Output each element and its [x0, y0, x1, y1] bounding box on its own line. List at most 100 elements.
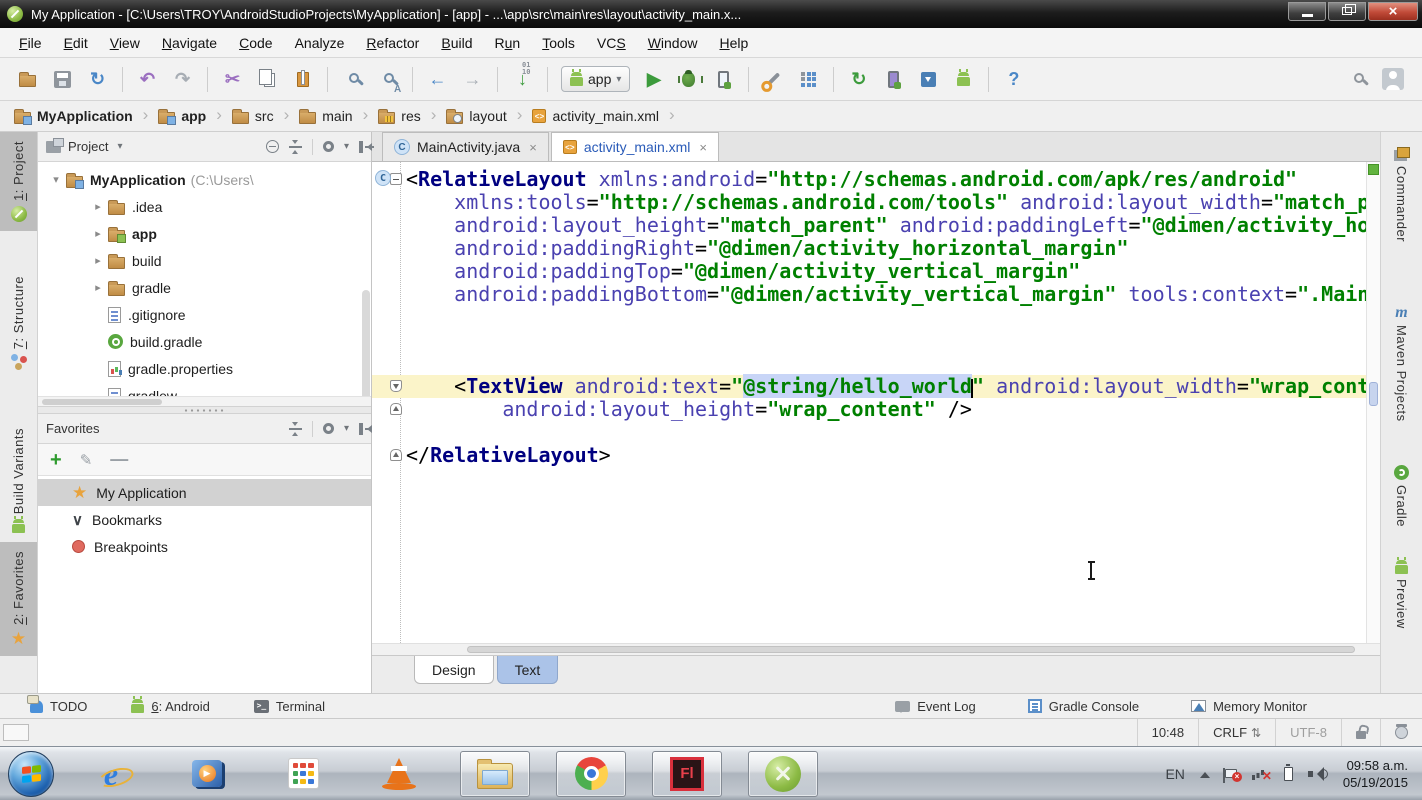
taskbar-button-explorer[interactable] — [460, 751, 530, 797]
hide-panel-icon[interactable] — [359, 141, 363, 153]
debug-icon[interactable] — [675, 66, 702, 93]
gradle-sync-icon[interactable]: ↻ — [845, 66, 872, 93]
tool-stripe-tab-7-structure[interactable]: 7: Structure — [0, 267, 37, 379]
caret-position[interactable]: 10:48 — [1137, 719, 1199, 746]
tree-row-build-gradle[interactable]: build.gradle — [38, 328, 371, 355]
favorites-item-breakpoints[interactable]: Breakpoints — [38, 533, 371, 560]
close-tab-icon[interactable]: × — [529, 140, 537, 155]
user-icon[interactable] — [1379, 66, 1406, 93]
tool-window-button-gradle-console[interactable]: Gradle Console — [1028, 699, 1139, 714]
breadcrumb-item-main[interactable]: main — [295, 108, 356, 124]
tree-row-gradlew[interactable]: gradlew — [38, 382, 371, 396]
code-line[interactable]: <RelativeLayout xmlns:android="http://sc… — [372, 168, 1366, 191]
volume-icon[interactable] — [1308, 767, 1328, 781]
find-icon[interactable] — [339, 66, 366, 93]
menu-item-tools[interactable]: Tools — [531, 31, 586, 55]
code-line[interactable]: android:paddingBottom="@dimen/activity_v… — [372, 283, 1366, 306]
tool-window-button-6-android[interactable]: 6: Android — [131, 699, 210, 714]
editor-tab-activity_main-xml[interactable]: <>activity_main.xml× — [551, 132, 719, 161]
remove-favorite-button[interactable]: — — [110, 449, 128, 470]
synchronize-icon[interactable]: ↻ — [84, 66, 111, 93]
editor-hscrollbar[interactable] — [372, 643, 1380, 655]
tree-row-gradle-properties[interactable]: gradle.properties — [38, 355, 371, 382]
tool-window-button-terminal[interactable]: >_Terminal — [254, 699, 325, 714]
breadcrumb-item-activity_main.xml[interactable]: <>activity_main.xml — [528, 108, 663, 124]
taskbar-clock[interactable]: 09:58 a.m. 05/19/2015 — [1343, 757, 1408, 791]
editor-tab-MainActivity-java[interactable]: CMainActivity.java× — [382, 132, 549, 161]
tool-stripe-tab-build-variants[interactable]: Build Variants — [0, 419, 37, 542]
hide-panel-icon[interactable] — [359, 423, 363, 435]
redo-icon[interactable]: ↷ — [169, 66, 196, 93]
taskbar-button-media-player[interactable]: ▶ — [172, 751, 242, 797]
close-tab-icon[interactable]: × — [699, 140, 707, 155]
add-favorite-button[interactable]: + — [50, 451, 62, 469]
breadcrumb-item-layout[interactable]: layout — [442, 108, 510, 124]
inspection-status-icon[interactable] — [1368, 164, 1379, 175]
run-configuration-selector[interactable]: app▾ — [561, 66, 630, 92]
menu-item-refactor[interactable]: Refactor — [355, 31, 430, 55]
line-separator-widget[interactable]: CRLF ⇅ — [1198, 719, 1275, 746]
scrollbar-thumb[interactable] — [362, 290, 370, 396]
menu-item-window[interactable]: Window — [637, 31, 709, 55]
show-hidden-icons[interactable] — [1200, 767, 1210, 778]
taskbar-button-internet-explorer[interactable]: e — [76, 751, 146, 797]
restore-button[interactable] — [1328, 2, 1366, 21]
menu-item-navigate[interactable]: Navigate — [151, 31, 228, 55]
inspections-profile-widget[interactable] — [1380, 719, 1422, 746]
taskbar-button-vlc[interactable] — [364, 751, 434, 797]
cut-icon[interactable]: ✂ — [219, 66, 246, 93]
expander-icon[interactable]: ▾ — [46, 173, 66, 186]
taskbar-button-apps-grid[interactable] — [268, 751, 338, 797]
code-line[interactable]: android:layout_height="match_parent" and… — [372, 214, 1366, 237]
code-line[interactable]: android:paddingTop="@dimen/activity_vert… — [372, 260, 1366, 283]
class-indicator-icon[interactable]: C — [375, 170, 391, 186]
collapse-all-icon[interactable] — [289, 140, 302, 153]
fold-marker-icon[interactable] — [390, 173, 402, 185]
menu-item-build[interactable]: Build — [430, 31, 483, 55]
tree-row-build[interactable]: ▸build — [38, 247, 371, 274]
code-editor[interactable]: <RelativeLayout xmlns:android="http://sc… — [372, 162, 1380, 643]
expander-icon[interactable]: ▸ — [88, 254, 108, 267]
menu-item-edit[interactable]: Edit — [53, 31, 99, 55]
fold-marker-icon[interactable] — [390, 403, 402, 415]
gear-dropdown-icon[interactable]: ▾ — [344, 141, 349, 152]
sdk-manager-icon[interactable] — [915, 66, 942, 93]
menu-item-analyze[interactable]: Analyze — [284, 31, 356, 55]
scrollbar-thumb[interactable] — [42, 399, 162, 405]
tree-row-app[interactable]: ▸app — [38, 220, 371, 247]
project-panel-title[interactable]: Project — [68, 139, 108, 154]
gear-icon[interactable] — [323, 141, 334, 152]
tool-window-button-todo[interactable]: TODO — [30, 699, 87, 714]
favorites-item-bookmarks[interactable]: ∨Bookmarks — [38, 506, 371, 533]
undo-icon[interactable]: ↶ — [134, 66, 161, 93]
tree-row-MyApplication[interactable]: ▾MyApplication (C:\Users\ — [38, 166, 371, 193]
tool-window-button-event-log[interactable]: Event Log — [895, 699, 976, 714]
update-project-icon[interactable]: ↓01 10 — [509, 66, 536, 93]
expander-icon[interactable]: ▸ — [88, 227, 108, 240]
menu-item-file[interactable]: File — [8, 31, 53, 55]
run-icon[interactable]: ▶ — [640, 66, 667, 93]
breadcrumb-item-app[interactable]: app — [154, 108, 210, 124]
toolwindow-toggle[interactable] — [3, 724, 29, 741]
menu-item-code[interactable]: Code — [228, 31, 283, 55]
edit-favorite-button[interactable]: ✎ — [80, 451, 93, 469]
start-button[interactable] — [8, 751, 54, 797]
action-center-icon[interactable] — [1225, 769, 1237, 778]
menu-item-help[interactable]: Help — [709, 31, 760, 55]
favorites-item-my-application[interactable]: ★My Application — [38, 479, 371, 506]
avd-manager-icon[interactable] — [880, 66, 907, 93]
favorites-panel-title[interactable]: Favorites — [46, 421, 99, 436]
breadcrumb-item-res[interactable]: res — [374, 108, 424, 124]
attach-debugger-icon[interactable] — [710, 66, 737, 93]
code-line[interactable] — [372, 329, 1366, 352]
tool-stripe-tab-maven-projects[interactable]: mMaven Projects — [1381, 297, 1422, 431]
code-line[interactable] — [372, 306, 1366, 329]
device-monitor-icon[interactable] — [950, 66, 977, 93]
expander-icon[interactable]: ▸ — [88, 281, 108, 294]
locate-icon[interactable] — [266, 140, 279, 153]
taskbar-button-flash[interactable]: Fl — [652, 751, 722, 797]
breadcrumb-item-src[interactable]: src — [228, 108, 278, 124]
code-line[interactable]: <TextView android:text="@string/hello_wo… — [372, 375, 1366, 398]
tool-stripe-tab-gradle[interactable]: Gradle — [1381, 456, 1422, 536]
back-icon[interactable]: ← — [424, 66, 451, 93]
